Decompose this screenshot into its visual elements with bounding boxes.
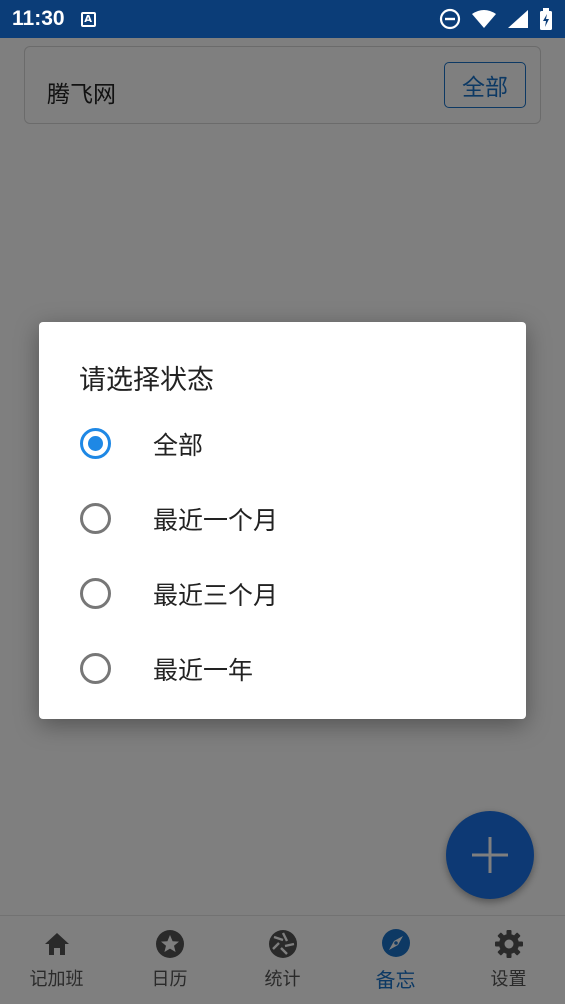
- option-last-three-months[interactable]: 最近三个月: [39, 556, 526, 631]
- status-icons: [439, 8, 553, 30]
- status-dialog: 请选择状态 全部 最近一个月 最近三个月 最近一年: [39, 322, 526, 719]
- option-all[interactable]: 全部: [39, 406, 526, 481]
- dialog-title: 请选择状态: [79, 365, 214, 396]
- status-time: 11:30: [12, 7, 65, 30]
- do-not-disturb-icon: [439, 8, 461, 30]
- notification-icon: A: [80, 11, 96, 27]
- option-last-month[interactable]: 最近一个月: [39, 481, 526, 556]
- radio-unchecked-icon[interactable]: [80, 503, 111, 534]
- battery-icon: [540, 8, 552, 30]
- option-label: 最近一年: [153, 655, 254, 685]
- signal-icon: [508, 10, 528, 28]
- option-label: 最近一个月: [153, 505, 279, 535]
- option-label: 最近三个月: [153, 580, 279, 610]
- option-label: 全部: [153, 430, 204, 460]
- wifi-icon: [472, 10, 496, 28]
- radio-unchecked-icon[interactable]: [80, 653, 111, 684]
- status-bar: 11:30 A: [0, 0, 565, 38]
- radio-checked-icon[interactable]: [80, 428, 111, 459]
- radio-unchecked-icon[interactable]: [80, 578, 111, 609]
- option-last-year[interactable]: 最近一年: [39, 631, 526, 706]
